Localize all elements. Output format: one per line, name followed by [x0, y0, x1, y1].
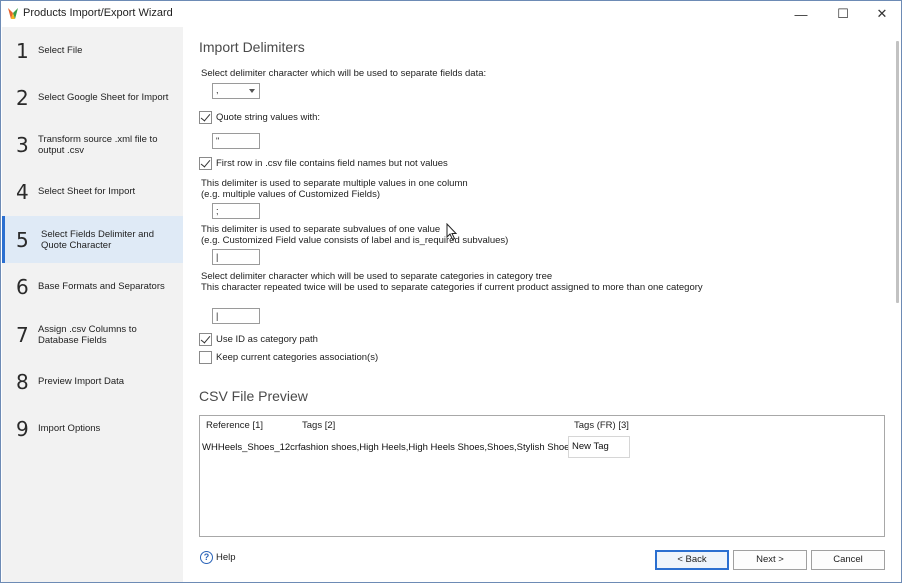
close-icon: ✕ — [876, 6, 888, 21]
maximize-icon: ☐ — [837, 6, 849, 21]
step-number: 1 — [16, 38, 29, 63]
table-cell: fashion shoes,High Heels,High Heels Shoe… — [298, 438, 575, 460]
field-delimiter-label: Select delimiter character which will be… — [201, 68, 487, 79]
step-select-fields-delimiter[interactable]: 5 Select Fields Delimiter and Quote Char… — [2, 216, 183, 263]
chevron-down-icon — [249, 89, 255, 93]
multi-delimiter-label-1: This delimiter is used to separate multi… — [201, 178, 468, 189]
step-import-options[interactable]: 9 Import Options — [2, 405, 183, 452]
csv-preview-heading: CSV File Preview — [199, 388, 308, 404]
wizard-window: Products Import/Export Wizard — ☐ ✕ 1 Se… — [0, 0, 902, 583]
app-logo-icon — [8, 8, 18, 19]
back-button[interactable]: < Back — [655, 550, 729, 570]
vertical-scrollbar[interactable] — [896, 41, 899, 303]
category-delimiter-label-2: This character repeated twice will be us… — [201, 282, 703, 293]
use-id-label: Use ID as category path — [216, 334, 318, 345]
step-select-file[interactable]: 1 Select File — [2, 27, 183, 74]
step-transform-xml[interactable]: 3 Transform source .xml file to output .… — [2, 121, 183, 168]
quote-checkbox[interactable] — [199, 111, 212, 124]
sub-delimiter-label-2: (e.g. Customized Field value consists of… — [201, 235, 509, 246]
field-delimiter-combo[interactable]: , — [212, 83, 260, 99]
step-number: 2 — [16, 85, 29, 110]
multi-delimiter-label-2: (e.g. multiple values of Customized Fiel… — [201, 189, 380, 200]
category-delimiter-input[interactable]: | — [212, 308, 260, 324]
field-delimiter-value: , — [216, 85, 219, 95]
step-select-google-sheet[interactable]: 2 Select Google Sheet for Import — [2, 74, 183, 121]
minimize-icon: — — [794, 6, 808, 22]
window-title: Products Import/Export Wizard — [23, 7, 173, 19]
import-delimiters-heading: Import Delimiters — [199, 39, 305, 55]
title-bar: Products Import/Export Wizard — ☐ ✕ — [1, 1, 901, 27]
keep-assoc-checkbox[interactable] — [199, 351, 212, 364]
step-base-formats[interactable]: 6 Base Formats and Separators — [2, 263, 183, 310]
step-assign-columns[interactable]: 7 Assign .csv Columns to Database Fields — [2, 311, 183, 358]
help-icon: ? — [200, 551, 213, 564]
wizard-footer: ? Help < Back Next > Cancel — [183, 541, 899, 582]
step-number: 3 — [16, 132, 29, 157]
category-delimiter-label-1: Select delimiter character which will be… — [201, 271, 553, 282]
help-link[interactable]: ? Help — [200, 551, 236, 564]
multi-value-delimiter-input[interactable]: ; — [212, 203, 260, 219]
step-label: Import Options — [38, 423, 101, 434]
quote-checkbox-row[interactable]: Quote string values with: — [199, 111, 320, 124]
step-label: Select Google Sheet for Import — [38, 92, 169, 103]
help-label: Help — [216, 552, 236, 563]
maximize-button[interactable]: ☐ — [823, 2, 863, 26]
next-button[interactable]: Next > — [733, 550, 807, 570]
step-label: Transform source .xml file to output .cs… — [38, 133, 158, 156]
step-number: 4 — [16, 179, 29, 204]
wizard-steps-sidebar: 1 Select File 2 Select Google Sheet for … — [2, 27, 183, 582]
column-header: Tags (FR) [3] — [574, 420, 629, 431]
step-label: Base Formats and Separators — [38, 281, 165, 292]
sub-delimiter-label-1: This delimiter is used to separate subva… — [201, 224, 441, 235]
step-label: Select Sheet for Import — [38, 186, 136, 197]
quote-char-input[interactable]: " — [212, 133, 260, 149]
step-number: 6 — [16, 274, 29, 299]
quote-label: Quote string values with: — [216, 112, 321, 123]
first-row-checkbox[interactable] — [199, 157, 212, 170]
step-number: 9 — [16, 416, 29, 441]
use-id-checkbox-row[interactable]: Use ID as category path — [199, 333, 318, 346]
table-cell: WHHeels_Shoes_12cm — [202, 438, 303, 460]
step-label: Assign .csv Columns to Database Fields — [38, 323, 137, 346]
column-header: Tags [2] — [302, 420, 336, 431]
step-preview-import-data[interactable]: 8 Preview Import Data — [2, 358, 183, 405]
step-label: Select File — [38, 45, 83, 56]
first-row-checkbox-row[interactable]: First row in .csv file contains field na… — [199, 157, 448, 170]
first-row-label: First row in .csv file contains field na… — [216, 158, 448, 169]
minimize-button[interactable]: — — [781, 2, 821, 26]
mouse-cursor-icon — [446, 223, 458, 241]
keep-assoc-checkbox-row[interactable]: Keep current categories association(s) — [199, 351, 378, 364]
cancel-button[interactable]: Cancel — [811, 550, 885, 570]
close-button[interactable]: ✕ — [862, 2, 901, 26]
subvalue-delimiter-input[interactable]: | — [212, 249, 260, 265]
step-number: 7 — [16, 322, 29, 347]
step-number: 5 — [16, 227, 29, 252]
step-label: Select Fields Delimiter and Quote Charac… — [41, 228, 154, 251]
column-header: Reference [1] — [206, 420, 264, 431]
use-id-checkbox[interactable] — [199, 333, 212, 346]
table-cell: New Tag — [568, 436, 630, 458]
csv-preview-grid[interactable]: Reference [1] Tags [2] Tags (FR) [3] WHH… — [199, 415, 885, 537]
keep-assoc-label: Keep current categories association(s) — [216, 352, 379, 363]
step-select-sheet[interactable]: 4 Select Sheet for Import — [2, 168, 183, 215]
step-label: Preview Import Data — [38, 376, 125, 387]
step-number: 8 — [16, 369, 29, 394]
